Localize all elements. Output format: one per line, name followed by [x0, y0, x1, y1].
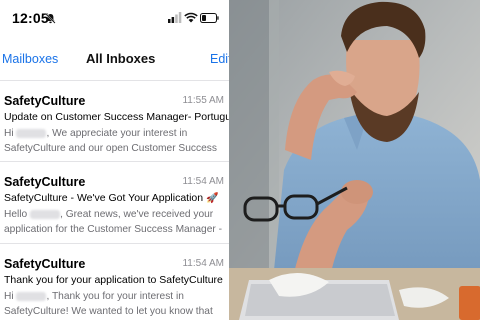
email-sender: SafetyCulture — [4, 94, 86, 108]
wifi-icon — [184, 12, 198, 23]
email-subject: Update on Customer Success Manager- Port… — [4, 111, 229, 123]
email-sender: SafetyCulture — [4, 175, 86, 189]
email-sender: SafetyCulture — [4, 257, 86, 271]
mail-nav-bar: Mailboxes All Inboxes Edit — [0, 40, 229, 74]
email-preview: Hello , Great news, we've received your … — [4, 207, 226, 237]
status-time: 12:05 — [12, 10, 49, 26]
bell-slash-icon — [45, 13, 56, 24]
rocket-emoji: 🚀 — [206, 193, 219, 204]
edit-button[interactable]: Edit — [210, 52, 229, 66]
email-subject: Thank you for your application to Safety… — [4, 274, 223, 286]
email-item[interactable]: SafetyCulture 11:54 AM SafetyCulture - W… — [0, 162, 229, 244]
preview-greeting: Hi — [4, 291, 14, 302]
email-time: 11:54 AM — [182, 176, 224, 187]
mailboxes-back-button[interactable]: Mailboxes — [2, 52, 58, 66]
email-subject: SafetyCulture - We've Got Your Applicati… — [4, 192, 229, 204]
email-preview: Hi , We appreciate your interest in Safe… — [4, 126, 226, 156]
redacted-name — [30, 209, 61, 219]
photo-illustration — [229, 0, 480, 320]
email-subject-text: SafetyCulture - We've Got Your Applicati… — [4, 192, 204, 204]
preview-greeting: Hello — [4, 209, 28, 220]
preview-greeting: Hi — [4, 128, 14, 139]
stressed-man-photo — [229, 0, 480, 320]
redacted-name — [16, 291, 47, 301]
battery-icon — [200, 13, 219, 23]
email-time: 11:54 AM — [182, 258, 224, 269]
email-item[interactable]: SafetyCulture 11:55 AM Update on Custome… — [0, 80, 229, 162]
page-title: All Inboxes — [86, 51, 156, 66]
email-list: SafetyCulture 11:55 AM Update on Custome… — [0, 80, 229, 320]
signal-icon — [168, 12, 182, 23]
mail-app-screenshot: 12:05 Mailboxes All Inboxes Edit — [0, 0, 229, 320]
status-bar: 12:05 — [0, 0, 229, 40]
email-time: 11:55 AM — [182, 95, 224, 106]
email-preview: Hi , Thank you for your interest in Safe… — [4, 289, 226, 319]
email-item[interactable]: SafetyCulture 11:54 AM Thank you for you… — [0, 244, 229, 320]
redacted-name — [16, 128, 47, 138]
